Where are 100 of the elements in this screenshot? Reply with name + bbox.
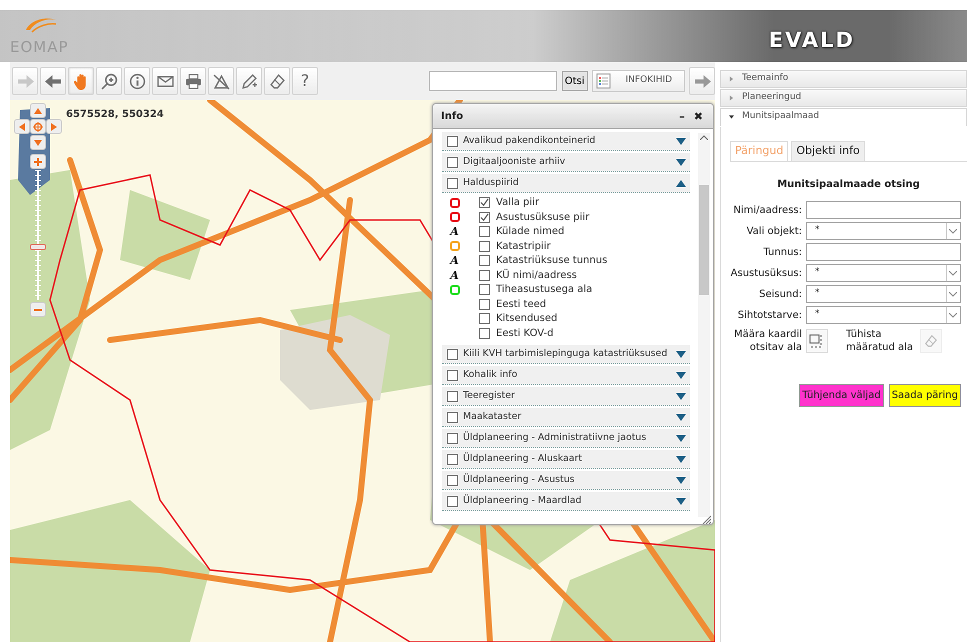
checkbox[interactable] xyxy=(447,496,458,506)
info-layers-button[interactable]: INFOKIHID xyxy=(592,70,684,92)
action-button[interactable]: Saada päring xyxy=(888,384,961,408)
dropdown-arrow-icon xyxy=(946,307,959,324)
hand-tool-button[interactable] xyxy=(68,67,94,95)
select-field[interactable]: * xyxy=(806,222,961,240)
text-field[interactable] xyxy=(806,243,961,262)
expand-caret-icon[interactable] xyxy=(676,372,686,378)
pan-up-button[interactable] xyxy=(30,103,46,118)
checkbox[interactable] xyxy=(447,178,458,188)
tab[interactable]: Objekti info xyxy=(791,140,865,161)
layer-group-row[interactable]: Maakataster xyxy=(442,408,690,427)
next-button[interactable] xyxy=(689,67,715,95)
pan-down-button[interactable] xyxy=(30,135,46,150)
close-button[interactable]: ✖ xyxy=(692,110,705,122)
expand-caret-icon[interactable] xyxy=(676,350,686,358)
scroll-up-icon[interactable] xyxy=(700,135,708,140)
checkbox[interactable] xyxy=(447,390,458,402)
zoom-out-button[interactable] xyxy=(30,302,46,317)
layer-group-row[interactable]: Üldplaneering - Administratiivne jaotus xyxy=(442,429,690,448)
accordion-header[interactable]: Planeeringud xyxy=(720,88,967,107)
checkbox[interactable] xyxy=(447,432,458,444)
expand-caret-icon[interactable] xyxy=(676,392,686,400)
checkbox[interactable] xyxy=(447,348,458,360)
coordinates-readout: 6575528, 550324 xyxy=(66,108,164,122)
pan-center-button[interactable] xyxy=(30,119,46,134)
layer-label: Asustusüksuse piir xyxy=(496,210,590,225)
app-title: EVALD xyxy=(768,30,855,54)
layer-group-label: Üldplaneering - Asustus xyxy=(463,472,575,487)
checkbox[interactable] xyxy=(479,226,490,238)
text-field[interactable] xyxy=(806,201,961,220)
expand-caret-icon[interactable] xyxy=(676,138,686,144)
layer-group-row[interactable]: Üldplaneering - Asustus xyxy=(442,471,690,490)
checkbox[interactable] xyxy=(479,197,490,208)
checkbox[interactable] xyxy=(479,270,490,281)
layer-group-label: Avalikud pakendikonteinerid xyxy=(463,134,596,148)
search-field[interactable] xyxy=(428,71,557,91)
checkbox[interactable] xyxy=(447,474,458,486)
checkbox[interactable] xyxy=(447,136,458,146)
back-arrow-tool-button[interactable] xyxy=(40,67,66,95)
info-tool-button[interactable] xyxy=(124,67,150,95)
search-button[interactable]: Otsi xyxy=(562,71,588,91)
checkbox[interactable] xyxy=(479,284,490,296)
expand-caret-icon[interactable] xyxy=(676,498,686,504)
help-button[interactable]: ? xyxy=(292,67,318,95)
layer-group-row[interactable]: Digitaaljooniste arhiiv xyxy=(442,153,690,172)
action-button[interactable]: Tühjenda väljad xyxy=(799,384,884,408)
ruler-tool-button[interactable] xyxy=(208,67,234,95)
collapsed-triangle-icon xyxy=(729,76,734,82)
layer-group-row[interactable]: Kohalik info xyxy=(442,366,690,385)
forward-arrow-icon xyxy=(694,72,710,90)
accordion-header[interactable]: Teemainfo xyxy=(720,70,967,88)
expand-caret-icon[interactable] xyxy=(676,158,686,166)
select-field[interactable]: * xyxy=(806,285,961,304)
layer-group-row[interactable]: Halduspiirid xyxy=(442,174,690,193)
printer-tool-button[interactable] xyxy=(180,67,206,95)
layer-group-row[interactable]: Teeregister xyxy=(442,387,690,406)
layer-group-row[interactable]: Üldplaneering - Maardlad xyxy=(442,492,690,511)
checkbox[interactable] xyxy=(479,298,490,310)
logo-swoosh-icon xyxy=(24,16,58,34)
scrollbar[interactable] xyxy=(698,133,710,517)
eraser-tool-button[interactable] xyxy=(264,67,290,95)
expand-caret-icon[interactable] xyxy=(676,434,686,442)
checkbox[interactable] xyxy=(447,454,458,464)
pan-center-icon xyxy=(33,122,43,132)
layer-group-row[interactable]: Üldplaneering - Aluskaart xyxy=(442,450,690,469)
checkbox[interactable] xyxy=(447,412,458,422)
dropdown-arrow-icon xyxy=(946,265,959,282)
select-field[interactable]: * xyxy=(806,306,961,324)
select-field[interactable]: * xyxy=(806,264,961,282)
expand-caret-icon[interactable] xyxy=(676,414,686,420)
layer-group-label: Maakataster xyxy=(463,410,522,424)
zoom-slider-thumb[interactable] xyxy=(30,244,46,250)
zoom-tool-button[interactable] xyxy=(96,67,122,95)
dropdown-arrow-icon xyxy=(946,223,959,240)
checkbox[interactable] xyxy=(447,156,458,168)
accordion-header[interactable]: Munitsipaalmaad xyxy=(720,108,967,126)
checkbox[interactable] xyxy=(479,255,490,266)
layer-group-row[interactable]: Kiili KVH tarbimislepinguga katastriüksused xyxy=(442,345,690,364)
checkbox[interactable] xyxy=(479,328,490,339)
select-area-button[interactable] xyxy=(806,329,828,354)
layer-group-row[interactable]: Avalikud pakendikonteinerid xyxy=(442,132,690,151)
pan-left-button[interactable] xyxy=(14,119,30,134)
layer-list-icon xyxy=(596,73,612,89)
eraser-icon xyxy=(924,334,938,348)
envelope-tool-button[interactable] xyxy=(152,67,178,95)
collapse-caret-icon[interactable] xyxy=(676,180,686,186)
scrollbar-thumb[interactable] xyxy=(699,185,709,295)
pencil-tool-button[interactable] xyxy=(236,67,262,95)
zoom-in-button[interactable] xyxy=(30,154,46,169)
info-icon xyxy=(128,72,146,90)
checkbox[interactable] xyxy=(447,370,458,380)
minimize-button[interactable]: – xyxy=(677,110,687,122)
expand-caret-icon[interactable] xyxy=(676,476,686,484)
checkbox[interactable] xyxy=(479,313,490,324)
pan-right-button[interactable] xyxy=(46,119,62,134)
ruler-icon xyxy=(212,72,230,90)
checkbox[interactable] xyxy=(479,212,490,223)
checkbox[interactable] xyxy=(479,240,490,252)
expand-caret-icon[interactable] xyxy=(676,456,686,462)
